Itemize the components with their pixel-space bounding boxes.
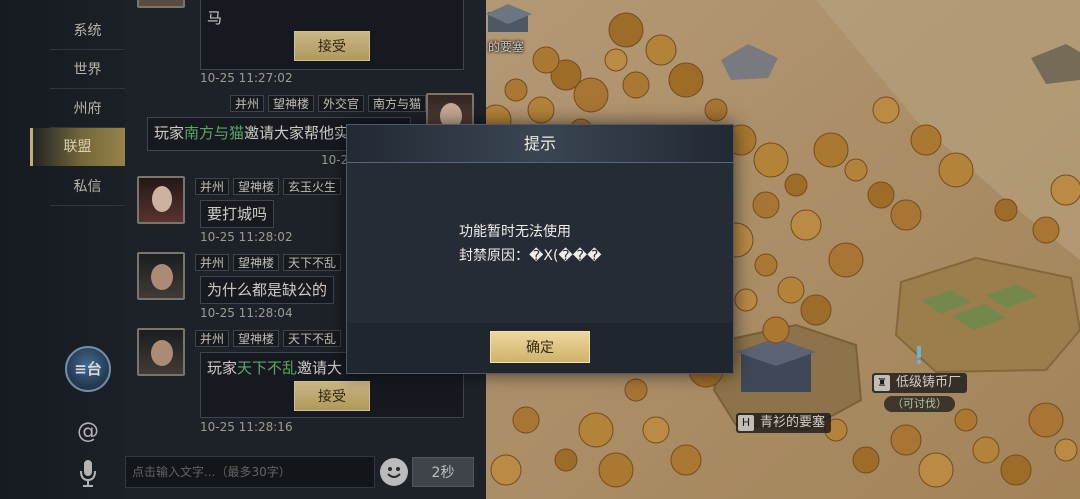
notice-dialog: 提示 功能暂时无法使用 封禁原因：�X(��� 确定 bbox=[346, 124, 734, 374]
dialog-header: 提示 bbox=[347, 125, 733, 163]
dialog-footer: 确定 bbox=[347, 323, 733, 373]
dialog-body: 功能暂时无法使用 封禁原因：�X(��� bbox=[347, 163, 733, 323]
dialog-message: 功能暂时无法使用 bbox=[459, 224, 571, 240]
dialog-ban-reason: 封禁原因：�X(��� bbox=[459, 248, 602, 264]
dialog-title: 提示 bbox=[523, 134, 556, 153]
confirm-button[interactable]: 确定 bbox=[490, 331, 590, 363]
